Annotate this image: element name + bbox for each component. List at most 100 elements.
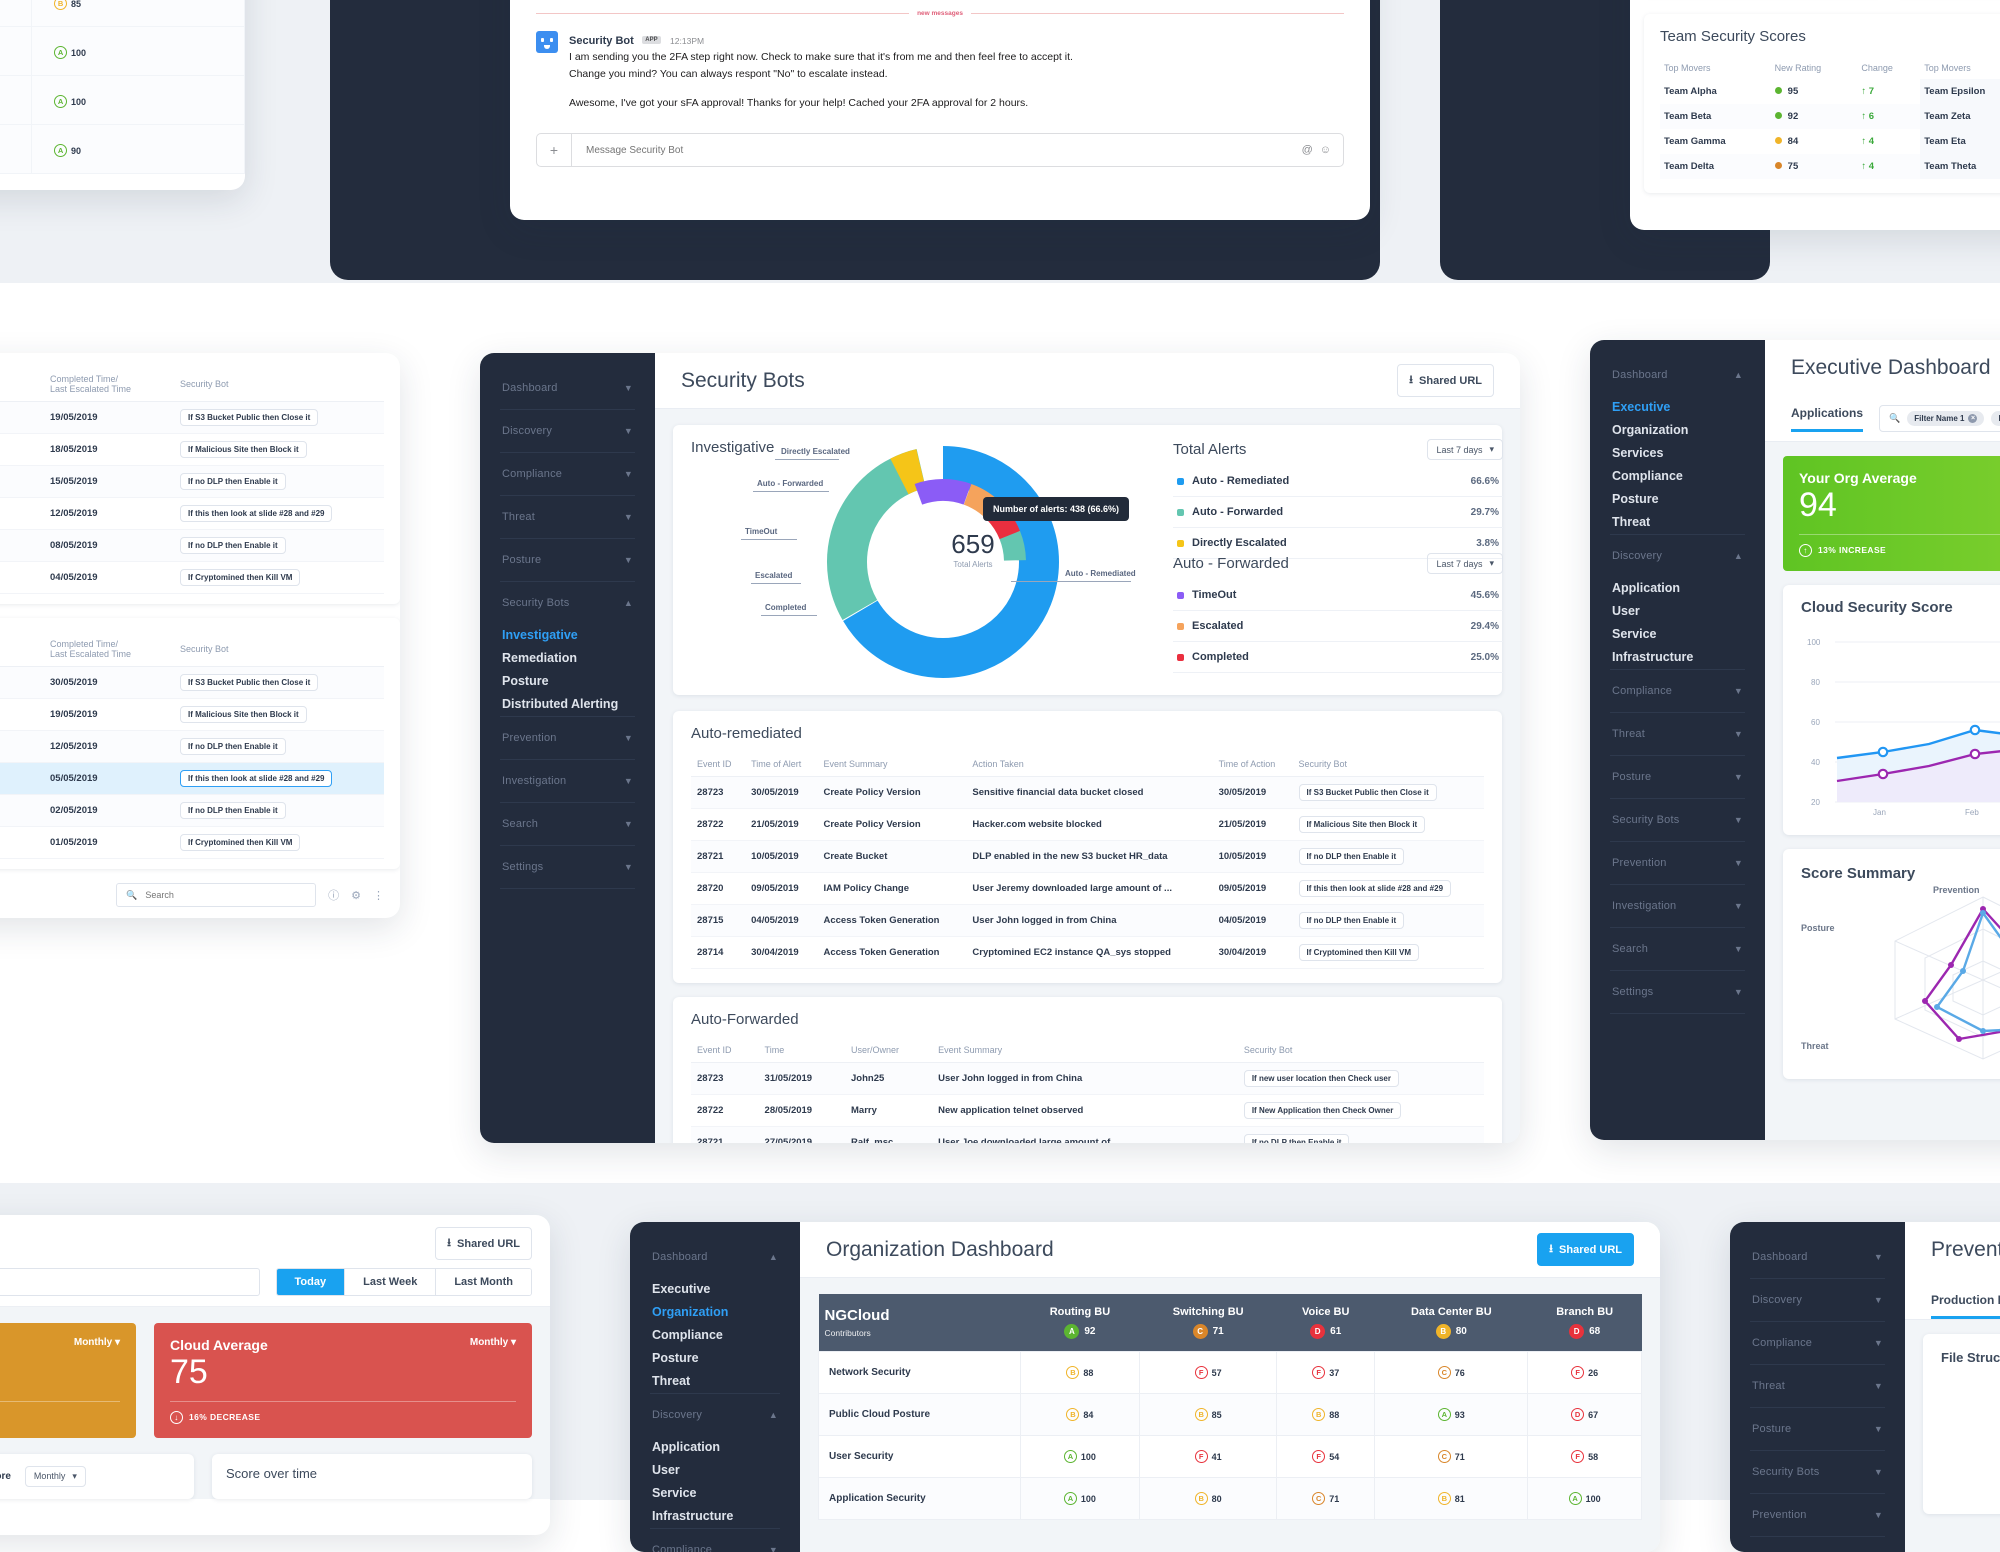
gear-icon[interactable]: ⚙: [351, 889, 361, 902]
sidebar-group-dashboard[interactable]: Dashboard ▼: [480, 367, 655, 409]
sidebar-item-posture[interactable]: Posture: [1590, 488, 1765, 511]
cloud-average-period[interactable]: Monthly ▾: [470, 1337, 516, 1348]
sidebar-item-threat[interactable]: Threat: [1590, 511, 1765, 534]
mention-icon[interactable]: @: [1295, 144, 1320, 156]
search-box[interactable]: 🔍: [116, 883, 317, 907]
security-bot-pill[interactable]: If this then look at slide #28 and #29: [180, 770, 333, 787]
filter-bar[interactable]: 🔍 Filter Name 1× Filter Name 2×: [1879, 405, 2000, 432]
sidebar-group-threat[interactable]: Threat ▼: [1730, 1365, 1905, 1407]
sidebar-item-organization[interactable]: Organization: [630, 1301, 800, 1324]
segment-last-week[interactable]: Last Week: [345, 1269, 437, 1295]
security-bot-pill[interactable]: If no DLP then Enable it: [1243, 1134, 1350, 1143]
sidebar-group-compliance[interactable]: Compliance ▼: [480, 453, 655, 495]
sidebar-item-infrastructure[interactable]: Infrastructure: [1590, 646, 1765, 669]
security-bot-pill[interactable]: If no DLP then Enable it: [180, 738, 286, 755]
sidebar-group-prevention[interactable]: Prevention ▼: [1590, 842, 1765, 884]
security-bot-pill[interactable]: If Cryptomined then Kill VM: [1298, 944, 1419, 961]
sidebar-group-discovery[interactable]: Discovery ▼: [1730, 1279, 1905, 1321]
sidebar-group-compliance[interactable]: Compliance ▼: [1730, 1322, 1905, 1364]
sidebar-item-user[interactable]: User: [630, 1459, 800, 1482]
sidebar-item-compliance[interactable]: Compliance: [630, 1324, 800, 1347]
total-alerts-range-select[interactable]: Last 7 days ▾: [1427, 439, 1503, 460]
info-icon[interactable]: ⓘ: [328, 887, 339, 903]
sidebar-item-distributed-alerting[interactable]: Distributed Alerting: [480, 693, 655, 716]
security-bot-pill[interactable]: If no DLP then Enable it: [180, 473, 286, 490]
sidebar-item-application[interactable]: Application: [1590, 577, 1765, 600]
segment-today[interactable]: Today: [276, 1269, 346, 1295]
security-bot-pill[interactable]: If this then look at slide #28 and #29: [180, 505, 333, 522]
close-icon[interactable]: ×: [1968, 414, 1978, 423]
sidebar-group-security-bots[interactable]: Security Bots ▼: [1590, 799, 1765, 841]
sidebar-item-organization[interactable]: Organization: [1590, 419, 1765, 442]
security-bot-pill[interactable]: If new user location then Check user: [1243, 1070, 1399, 1087]
sidebar-item-service[interactable]: Service: [630, 1482, 800, 1505]
sidebar-group-compliance[interactable]: Compliance ▼: [1590, 670, 1765, 712]
security-bot-pill[interactable]: If no DLP then Enable it: [180, 537, 286, 554]
sidebar-group-security-bots[interactable]: Security Bots ▲: [480, 582, 655, 624]
chat-composer[interactable]: + @ ☺: [536, 133, 1344, 168]
security-bot-pill[interactable]: If Malicious Site then Block it: [180, 441, 307, 458]
sidebar-group-threat[interactable]: Threat ▼: [1590, 713, 1765, 755]
sidebar-group-discovery[interactable]: Discovery ▲: [1590, 535, 1765, 577]
sidebar-group-compliance[interactable]: Compliance ▼: [630, 1529, 800, 1552]
legend-period-select[interactable]: Monthly ▾: [24, 1465, 86, 1487]
sidebar-group-dashboard[interactable]: Dashboard ▲: [630, 1236, 800, 1278]
sidebar-group-security-bots[interactable]: Security Bots ▼: [1730, 1451, 1905, 1493]
emoji-icon[interactable]: ☺: [1320, 144, 1343, 156]
sidebar-group-dashboard[interactable]: Dashboard ▼: [1730, 1236, 1905, 1278]
sidebar-group-search[interactable]: Search ▼: [1590, 928, 1765, 970]
sidebar-item-posture[interactable]: Posture: [630, 1347, 800, 1370]
sidebar-group-investigation[interactable]: Investigation ▼: [1590, 885, 1765, 927]
tab-applications[interactable]: Applications: [1791, 406, 1864, 432]
sidebar-group-discovery[interactable]: Discovery ▼: [480, 410, 655, 452]
sidebar-group-posture[interactable]: Posture ▼: [1730, 1408, 1905, 1450]
sidebar-item-user[interactable]: User: [1590, 600, 1765, 623]
sidebar-group-posture[interactable]: Posture ▼: [1590, 756, 1765, 798]
filter-chip[interactable]: Filter Name 1 ×: [1907, 411, 1985, 426]
message-input[interactable]: [584, 143, 1295, 157]
security-bot-pill[interactable]: If New Application then Check Owner: [1243, 1102, 1402, 1119]
security-bot-pill[interactable]: If no DLP then Enable it: [1298, 848, 1405, 865]
security-bot-pill[interactable]: If this then look at slide #28 and #29: [1298, 880, 1452, 897]
shared-url-button[interactable]: ⭳ Shared URL: [1397, 364, 1494, 397]
sidebar-group-discovery[interactable]: Discovery ▲: [630, 1394, 800, 1436]
time-range-segmented[interactable]: Today Last Week Last Month: [275, 1268, 532, 1296]
sidebar-group-posture[interactable]: Posture ▼: [480, 539, 655, 581]
sidebar-group-investigation[interactable]: Investigation ▼: [480, 760, 655, 802]
security-bot-pill[interactable]: If Cryptomined then Kill VM: [180, 834, 301, 851]
sidebar-item-application[interactable]: Application: [630, 1436, 800, 1459]
security-bot-pill[interactable]: If Malicious Site then Block it: [180, 706, 307, 723]
sidebar-item-posture[interactable]: Posture: [480, 670, 655, 693]
sidebar-item-services[interactable]: Services: [1590, 442, 1765, 465]
more-icon[interactable]: ⋮: [373, 889, 384, 902]
sidebar-group-settings[interactable]: Settings ▼: [480, 846, 655, 888]
segment-last-month[interactable]: Last Month: [436, 1269, 531, 1295]
sidebar-item-infrastructure[interactable]: Infrastructure: [630, 1505, 800, 1528]
peer-average-period[interactable]: Monthly ▾: [74, 1337, 120, 1348]
auto-forwarded-range-select[interactable]: Last 7 days ▾: [1427, 553, 1503, 574]
sidebar-group-threat[interactable]: Threat ▼: [480, 496, 655, 538]
search-input[interactable]: [143, 889, 307, 901]
filter-chip[interactable]: Filter Name 2×: [1991, 411, 2000, 426]
sidebar-item-service[interactable]: Service: [1590, 623, 1765, 646]
sidebar-group-settings[interactable]: Settings ▼: [1590, 971, 1765, 1013]
sidebar-item-executive[interactable]: Executive: [1590, 396, 1765, 419]
shared-url-button[interactable]: ⭳ Shared URL: [1537, 1233, 1634, 1266]
security-bot-pill[interactable]: If S3 Bucket Public then Close it: [180, 409, 319, 426]
sidebar-item-threat[interactable]: Threat: [630, 1370, 800, 1393]
tab-production-permissions[interactable]: Production Permissions: [1931, 1293, 2000, 1319]
security-bot-pill[interactable]: If no DLP then Enable it: [1298, 912, 1405, 929]
shared-url-button[interactable]: ⭳ Shared URL: [435, 1227, 532, 1260]
sidebar-group-dashboard[interactable]: Dashboard ▲: [1590, 354, 1765, 396]
security-bot-pill[interactable]: If Malicious Site then Block it: [1298, 816, 1426, 833]
security-bot-pill[interactable]: If no DLP then Enable it: [180, 802, 286, 819]
security-bot-pill[interactable]: If S3 Bucket Public then Close it: [180, 674, 319, 691]
security-bot-pill[interactable]: If Cryptomined then Kill VM: [180, 569, 301, 586]
add-attachment-icon[interactable]: +: [537, 142, 571, 158]
security-bot-pill[interactable]: If S3 Bucket Public then Close it: [1298, 784, 1437, 801]
sidebar-item-remediation[interactable]: Remediation: [480, 647, 655, 670]
sidebar-item-executive[interactable]: Executive: [630, 1278, 800, 1301]
sidebar-group-search[interactable]: Search ▼: [480, 803, 655, 845]
sidebar-group-prevention[interactable]: Prevention ▼: [1730, 1494, 1905, 1536]
filter-input[interactable]: ×: [0, 1268, 260, 1296]
